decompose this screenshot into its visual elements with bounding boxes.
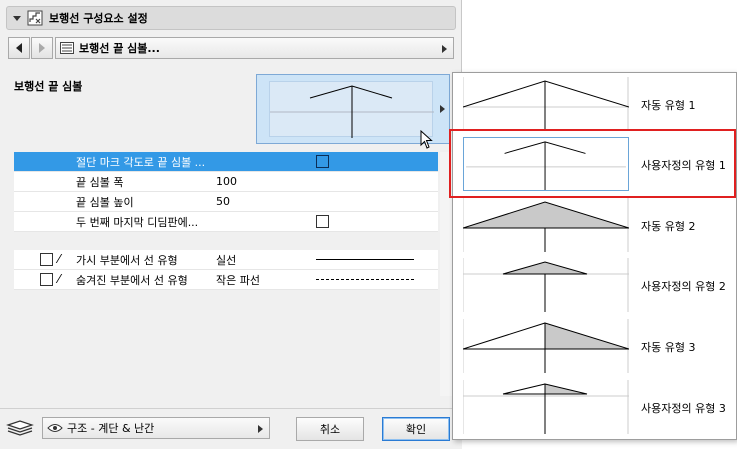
layers-icon xyxy=(6,420,34,436)
property-name: 끝 심볼 높이 xyxy=(76,195,134,209)
end-symbol-option[interactable]: 자동 유형 2 xyxy=(453,194,736,254)
option-label: 자동 유형 2 xyxy=(641,220,696,233)
end-symbol-popup: 자동 유형 1 사용자정의 유형 1 자동 유형 2 사용자정의 유형 2 자동… xyxy=(452,72,737,440)
panel-select-dropdown[interactable]: 보행선 끝 심볼... xyxy=(55,37,454,59)
end-symbol-option[interactable]: 사용자정의 유형 3 xyxy=(453,376,736,436)
panel-nav-bar: 보행선 끝 심볼... xyxy=(8,36,454,60)
property-table: 절단 마크 각도로 끝 심볼 ... 끝 심볼 폭 100 끝 심볼 높이 50… xyxy=(14,152,438,290)
dashed-line-sample xyxy=(316,279,414,280)
property-row[interactable]: 끝 심볼 높이 50 xyxy=(14,192,438,212)
end-symbol-preview-graphic xyxy=(270,85,434,138)
line-type-name: 가시 부분에서 선 유형 xyxy=(76,253,178,267)
end-symbol-label: 보행선 끝 심볼 xyxy=(14,80,83,93)
chevron-right-icon xyxy=(258,425,263,433)
line-type-checkbox[interactable] xyxy=(40,273,53,286)
property-name: 절단 마크 각도로 끝 심볼 ... xyxy=(76,155,206,169)
panel-select-label: 보행선 끝 심볼... xyxy=(79,42,160,55)
line-type-value[interactable]: 실선 xyxy=(216,252,236,268)
line-type-row[interactable]: ⁄ 숨겨진 부분에서 선 유형 작은 파선 xyxy=(14,270,438,290)
line-type-name: 숨겨진 부분에서 선 유형 xyxy=(76,273,188,287)
pen-slash-icon: ⁄ xyxy=(58,252,61,266)
end-symbol-option[interactable]: 자동 유형 3 xyxy=(453,315,736,375)
property-row[interactable]: 절단 마크 각도로 끝 심볼 ... xyxy=(14,152,438,172)
property-name: 두 번째 마지막 디딤판에... xyxy=(76,215,199,229)
pen-slash-icon: ⁄ xyxy=(58,272,61,286)
option-label: 자동 유형 1 xyxy=(641,99,696,112)
section-header[interactable]: 보행선 구성요소 설정 xyxy=(6,6,456,30)
property-value[interactable]: 50 xyxy=(216,195,230,208)
option-label: 사용자정의 유형 2 xyxy=(641,280,726,293)
end-symbol-option[interactable]: 사용자정의 유형 2 xyxy=(453,254,736,314)
symbol-thumbnail xyxy=(463,258,629,312)
chevron-right-icon xyxy=(442,45,447,53)
nav-back-button[interactable] xyxy=(8,37,30,59)
symbol-thumbnail xyxy=(463,319,629,373)
line-type-checkbox[interactable] xyxy=(40,253,53,266)
line-type-row[interactable]: ⁄ 가시 부분에서 선 유형 실선 xyxy=(14,250,438,270)
mouse-cursor-icon xyxy=(420,130,433,149)
property-checkbox[interactable] xyxy=(316,155,329,168)
cancel-button[interactable]: 취소 xyxy=(296,417,364,441)
property-value[interactable]: 100 xyxy=(216,175,237,188)
content-panel: 보행선 끝 심볼 절단 마크 각도로 끝 심볼 ... 끝 심볼 폭 100 끝… xyxy=(6,66,456,402)
selection-highlight-frame xyxy=(449,129,736,198)
chevron-right-icon xyxy=(440,105,445,113)
option-label: 자동 유형 3 xyxy=(641,341,696,354)
property-row[interactable]: 두 번째 마지막 디딤판에... xyxy=(14,212,438,232)
arrow-right-icon xyxy=(39,43,45,53)
symbol-thumbnail xyxy=(463,198,629,252)
solid-line-sample xyxy=(316,259,414,260)
nav-forward-button[interactable] xyxy=(31,37,53,59)
end-symbol-option[interactable]: 자동 유형 1 xyxy=(453,73,736,133)
line-type-value[interactable]: 작은 파선 xyxy=(216,272,260,288)
collapse-triangle-icon[interactable] xyxy=(13,15,21,21)
ok-button[interactable]: 확인 xyxy=(382,417,450,441)
property-checkbox[interactable] xyxy=(316,215,329,228)
section-title: 보행선 구성요소 설정 xyxy=(49,12,148,25)
settings-dialog: 보행선 구성요소 설정 보행선 끝 심볼... 보행선 끝 심볼 절단 마크 각… xyxy=(0,0,462,449)
symbol-thumbnail xyxy=(463,77,629,131)
eye-icon xyxy=(47,424,63,432)
layer-select-label: 구조 - 계단 & 난간 xyxy=(67,422,155,435)
arrow-left-icon xyxy=(16,43,22,53)
table-spacer xyxy=(14,232,438,250)
layer-select-dropdown[interactable]: 구조 - 계단 & 난간 xyxy=(42,417,270,439)
symbol-thumbnail xyxy=(463,380,629,434)
dialog-footer: 구조 - 계단 & 난간 취소 확인 xyxy=(0,408,462,449)
walkline-icon xyxy=(60,42,74,54)
property-name: 끝 심볼 폭 xyxy=(76,175,124,189)
option-label: 사용자정의 유형 3 xyxy=(641,402,726,415)
end-symbol-preview xyxy=(269,81,434,138)
property-row[interactable]: 끝 심볼 폭 100 xyxy=(14,172,438,192)
stair-settings-icon xyxy=(27,10,43,26)
